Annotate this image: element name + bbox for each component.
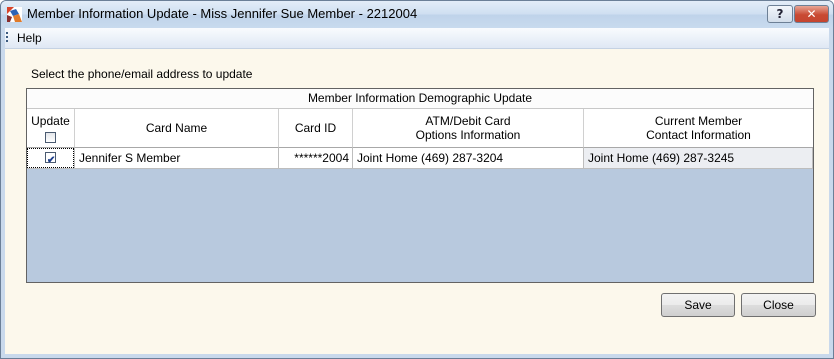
table-cell-current-info[interactable]: Joint Home (469) 287-3245 — [584, 148, 813, 169]
menu-bar: Help — [5, 28, 829, 49]
column-header-card-id[interactable]: Card ID — [279, 109, 353, 148]
app-logo-icon — [7, 7, 22, 22]
menu-item-help[interactable]: Help — [17, 31, 42, 45]
select-all-checkbox[interactable] — [45, 132, 56, 143]
column-header-card-name-label: Card Name — [145, 121, 208, 135]
dialog-window: Member Information Update - Miss Jennife… — [0, 0, 834, 359]
column-header-atm-info[interactable]: ATM/Debit Card Options Information — [353, 109, 584, 148]
table-row-update-cell[interactable]: ✔ — [27, 148, 75, 169]
column-header-update[interactable]: Update — [27, 109, 75, 148]
column-header-update-label: Update — [31, 114, 70, 128]
save-button[interactable]: Save — [661, 293, 735, 317]
dialog-client-area: Help Select the phone/email address to u… — [5, 28, 829, 354]
column-header-card-id-label: Card ID — [294, 121, 337, 135]
help-button[interactable]: ? — [767, 5, 793, 23]
table-cell-card-name[interactable]: Jennifer S Member — [75, 148, 279, 169]
grip-icon — [6, 32, 9, 44]
table-cell-atm-info[interactable]: Joint Home (469) 287-3204 — [353, 148, 584, 169]
grid-caption: Member Information Demographic Update — [27, 89, 813, 109]
close-window-button[interactable]: ✕ — [794, 5, 829, 23]
close-button[interactable]: Close — [741, 293, 816, 317]
window-title: Member Information Update - Miss Jennife… — [27, 6, 418, 21]
demographic-update-grid[interactable]: Member Information Demographic Update Up… — [26, 88, 814, 283]
table-cell-card-id[interactable]: ******2004 — [279, 148, 353, 169]
column-header-card-name[interactable]: Card Name — [75, 109, 279, 148]
title-bar[interactable]: Member Information Update - Miss Jennife… — [1, 1, 833, 28]
column-header-atm-line2: Options Information — [415, 128, 521, 142]
instruction-label: Select the phone/email address to update — [31, 67, 253, 81]
checkmark-icon: ✔ — [47, 155, 56, 166]
column-header-current-line2: Contact Information — [646, 128, 751, 142]
column-header-current-info[interactable]: Current Member Contact Information — [584, 109, 813, 148]
column-header-current-line1: Current Member — [654, 114, 743, 128]
column-header-atm-line1: ATM/Debit Card — [425, 114, 511, 128]
update-checkbox[interactable]: ✔ — [45, 152, 56, 166]
